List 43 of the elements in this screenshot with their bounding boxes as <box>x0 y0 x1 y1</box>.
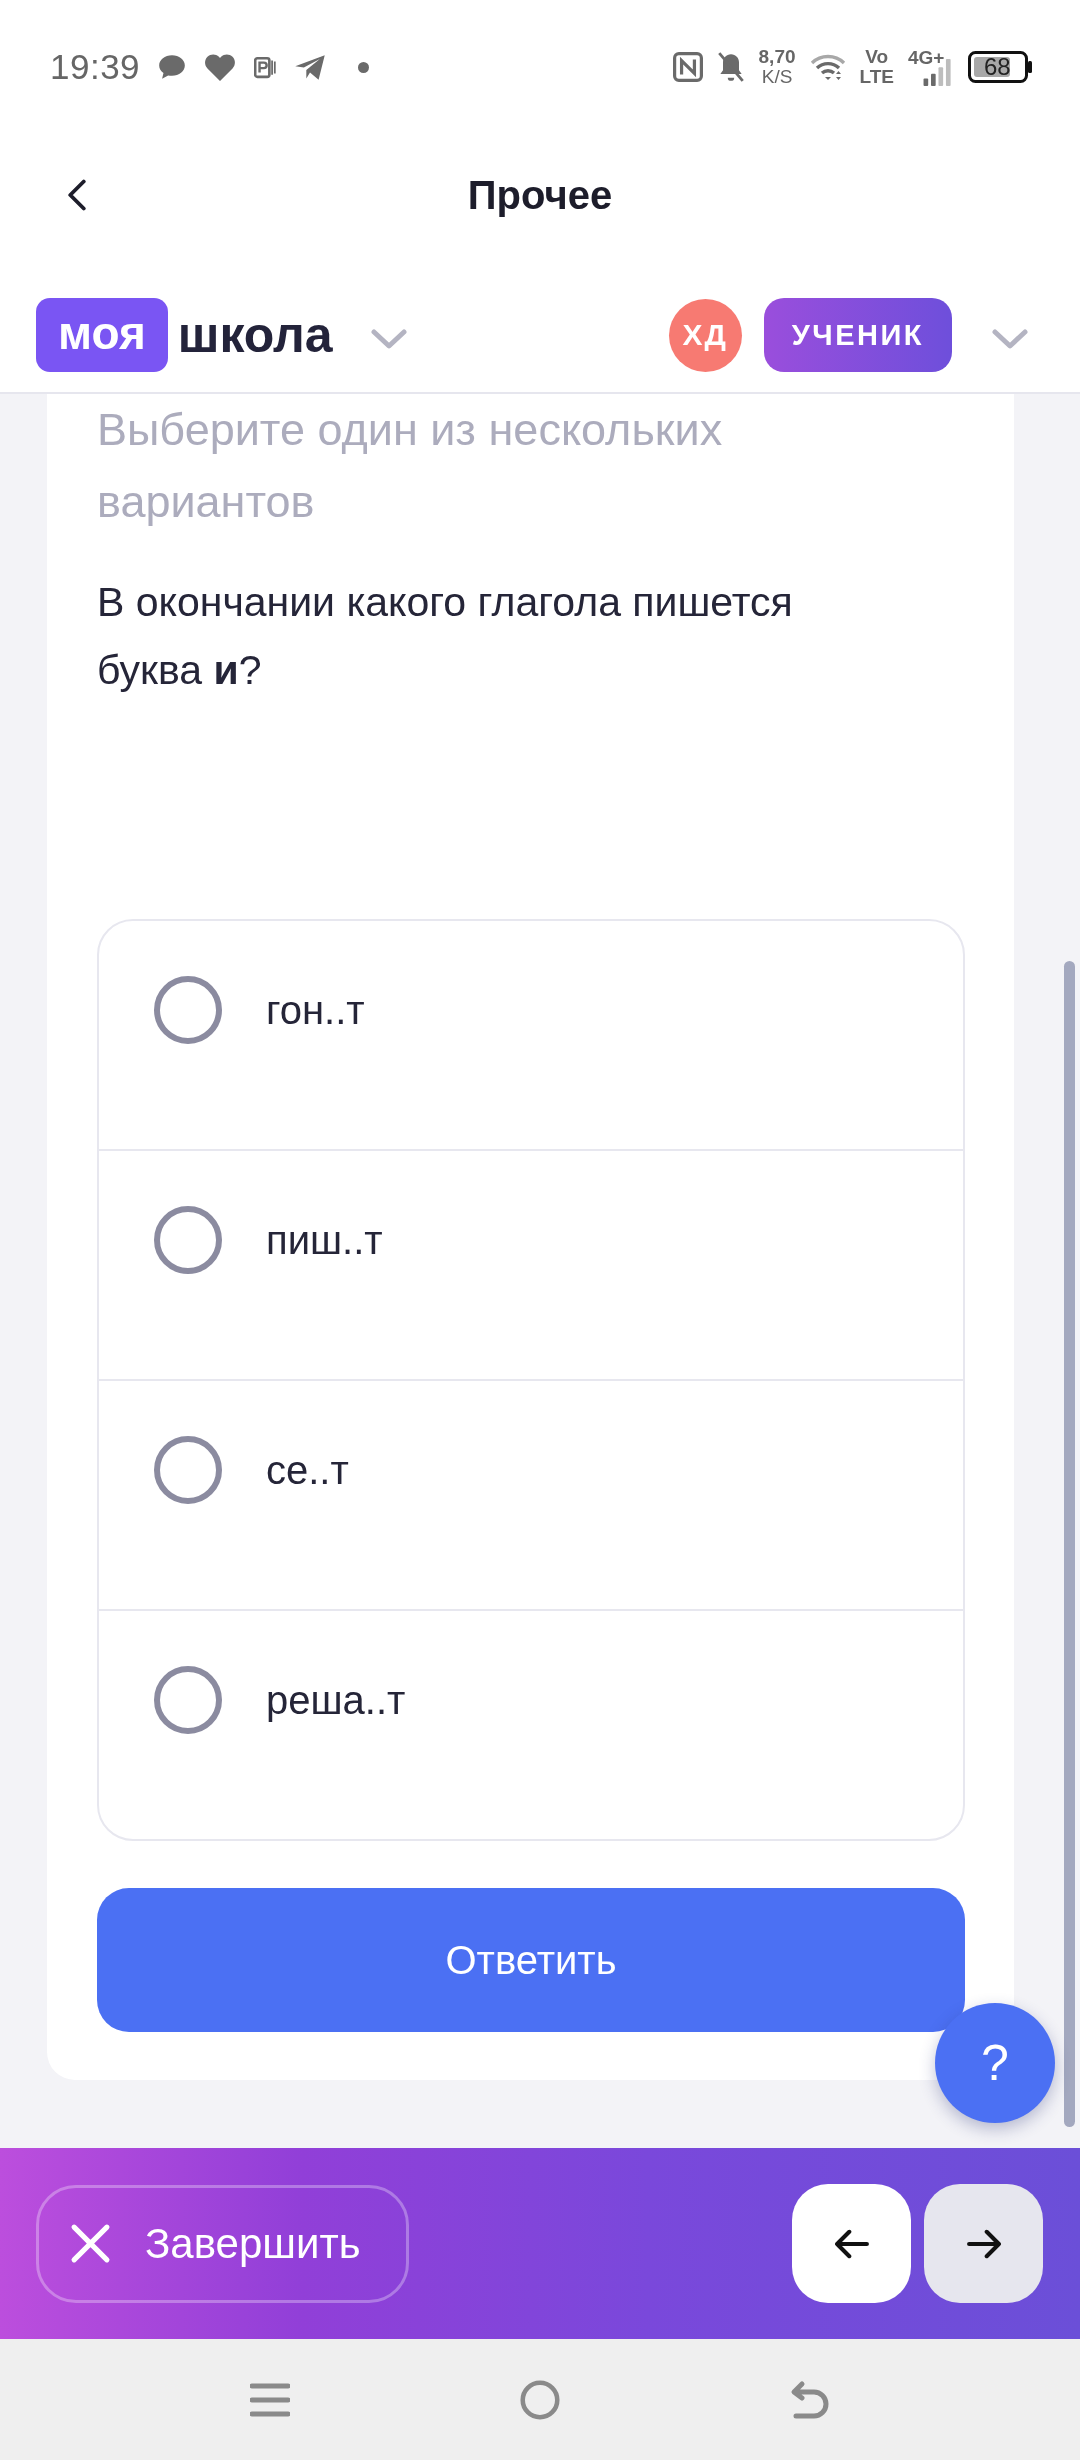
help-button[interactable]: ? <box>935 2003 1055 2123</box>
lte-label: LTE <box>859 67 894 87</box>
submit-button[interactable]: Ответить <box>97 1888 965 2032</box>
nfc-icon <box>672 52 703 82</box>
answer-option[interactable]: пиш..т <box>99 1149 963 1379</box>
network-type: 4G+ <box>908 48 945 68</box>
option-label: гон..т <box>266 987 365 1034</box>
option-label: се..т <box>266 1447 349 1494</box>
chevron-down-icon[interactable] <box>370 329 407 349</box>
back-icon[interactable] <box>68 179 86 211</box>
instruction-text: Выберите один из нескольких вариантов <box>97 403 724 529</box>
answer-option[interactable]: гон..т <box>99 921 963 1149</box>
wifi-icon <box>809 53 846 81</box>
close-icon <box>70 2223 111 2264</box>
paper-plane-icon <box>294 53 327 81</box>
avatar: ХД <box>668 298 742 372</box>
status-time: 19:39 <box>50 47 141 87</box>
previous-button[interactable] <box>792 2184 911 2303</box>
finish-button[interactable]: Завершить <box>36 2184 409 2303</box>
arrow-right-icon <box>964 2228 1003 2259</box>
dot-icon <box>358 61 370 73</box>
logo-badge: моя <box>36 298 168 372</box>
battery-percent: 68 <box>984 54 1011 80</box>
heart-icon <box>204 53 237 81</box>
answer-option[interactable]: реша..т <box>99 1609 963 1839</box>
arrow-left-icon <box>832 2228 871 2259</box>
question-text: В окончании какого глагола пишется буква и? <box>97 578 794 695</box>
chat-bubble-icon <box>158 54 187 80</box>
logo-text: школа <box>177 306 333 365</box>
network-speed-unit: K/S <box>761 67 793 87</box>
page-title: Прочее <box>467 172 613 218</box>
answer-option[interactable]: се..т <box>99 1379 963 1609</box>
app-notification-icon <box>254 55 277 79</box>
option-label: пиш..т <box>266 1217 383 1264</box>
bell-off-icon <box>716 51 745 83</box>
role-badge[interactable]: УЧЕНИК <box>763 298 952 372</box>
network-speed: 8,70 <box>758 47 796 67</box>
battery-icon <box>968 51 1032 83</box>
volte-label: Vo <box>865 47 889 67</box>
chevron-down-icon[interactable] <box>992 329 1028 349</box>
next-button[interactable] <box>924 2184 1043 2303</box>
circle-icon[interactable] <box>520 2379 560 2420</box>
option-label: реша..т <box>266 1677 406 1724</box>
